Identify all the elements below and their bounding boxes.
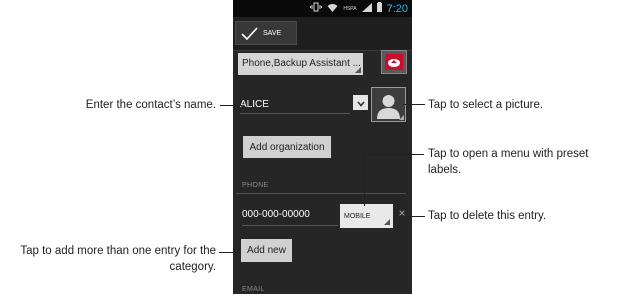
contact-photo[interactable] [371, 87, 406, 122]
network-type-label: HSPA [343, 5, 357, 12]
callout-preset-labels: Tap to open a menu with preset labels. [428, 148, 589, 176]
callout-add-more: Tap to add more than one entry for the c… [20, 245, 216, 273]
action-bar: SAVE [233, 17, 412, 51]
battery-icon [376, 2, 382, 15]
name-input[interactable]: ALICE [240, 92, 350, 114]
callout-line-delete [404, 216, 425, 217]
phone-type-selector[interactable]: MOBILE [340, 204, 393, 228]
section-header-phone: PHONE [242, 182, 269, 189]
save-button[interactable]: SAVE [235, 21, 297, 45]
callout-line-picture [403, 104, 425, 105]
callout-line-labels-horizontal [364, 154, 424, 155]
chevron-down-icon [356, 94, 365, 112]
account-selector[interactable]: Phone,Backup Assistant ... [238, 53, 363, 75]
section-header-email: EMAIL [242, 286, 265, 293]
dropdown-corner-icon [384, 219, 390, 225]
status-bar: HSPA 7:20 [233, 0, 412, 17]
checkmark-icon [241, 26, 258, 40]
callout-line-add-new [219, 252, 240, 253]
callout-enter-name: Enter the contact’s name. [85, 99, 216, 111]
signal-icon [361, 2, 372, 15]
close-icon: × [398, 206, 406, 220]
callout-select-picture: Tap to select a picture. [428, 99, 544, 111]
phone-screen: HSPA 7:20 SAVE Phone,Backup Assistant ..… [233, 0, 412, 294]
wifi-icon [327, 3, 338, 15]
callout-line-labels-vertical [364, 154, 365, 206]
vibrate-icon [310, 2, 323, 15]
delete-entry-button[interactable]: × [396, 206, 408, 220]
photo-corner-icon [399, 115, 404, 120]
account-icon [381, 50, 407, 74]
status-time: 7:20 [386, 2, 408, 15]
account-label: Phone,Backup Assistant ... [242, 58, 361, 69]
phone-type-label: MOBILE [344, 213, 371, 220]
expand-name-button[interactable] [353, 95, 368, 110]
save-label: SAVE [263, 29, 282, 37]
dropdown-corner-icon [355, 67, 361, 73]
phone-number-input[interactable]: 000-000-00000 [242, 205, 338, 226]
callout-line-name [220, 105, 242, 106]
callout-delete-entry: Tap to delete this entry. [428, 210, 547, 222]
add-new-button[interactable]: Add new [241, 239, 292, 262]
section-divider [236, 193, 406, 194]
add-organization-button[interactable]: Add organization [243, 136, 331, 158]
